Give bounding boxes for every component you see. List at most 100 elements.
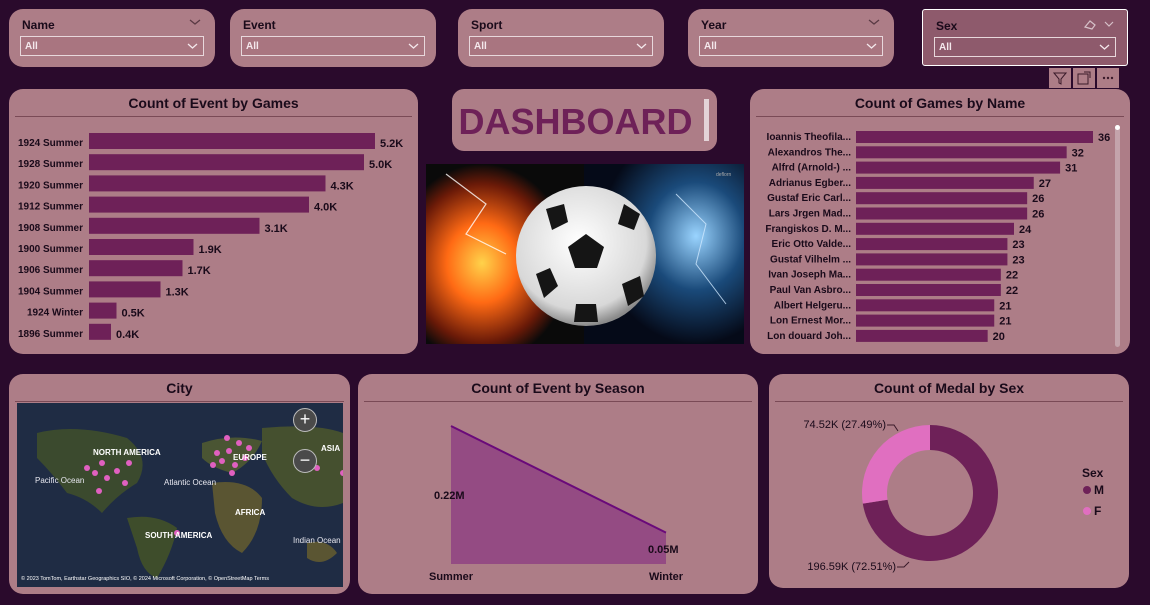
bar [856,146,1067,159]
landmass [37,429,143,513]
bar-value-label: 21 [999,316,1011,328]
chevron-down-icon [1099,44,1110,50]
bar [89,217,260,234]
chevron-down-icon [408,43,419,49]
chevron-down-icon[interactable] [189,17,201,27]
map-label: Pacific Ocean [35,476,84,485]
slicer-sex[interactable]: Sex All [922,9,1128,66]
slicer-dropdown[interactable]: All [241,36,425,56]
bar-value-label: 21 [999,300,1011,312]
bar [856,207,1028,220]
bar-category-label: Lon douard Joh... [767,331,851,342]
x-tick-label: Winter [649,571,684,583]
focus-mode-icon[interactable] [1073,68,1095,88]
bar [89,323,111,340]
city-map-card: City NORTH AMERICA EUROPE ASIA Pacific O… [9,374,350,594]
bar-value-label: 23 [1012,239,1024,251]
world-map[interactable]: NORTH AMERICA EUROPE ASIA Pacific Ocean … [17,403,343,587]
bar-category-label: Ivan Joseph Ma... [768,270,851,281]
bar-value-label: 27 [1039,178,1051,190]
bar-value-label: 4.3K [331,180,354,192]
eraser-icon[interactable] [1083,18,1097,30]
bar-value-label: 0.4K [116,329,139,341]
slicer-title: Event [243,18,276,32]
slicer-title: Sport [471,18,503,32]
bar-value-label: 0.5K [122,308,145,320]
zoom-out-button[interactable]: − [293,449,317,473]
slicer-value: All [25,41,38,52]
bar-category-label: 1928 Summer [18,159,83,170]
bar-category-label: Lars Jrgen Mad... [769,209,851,220]
medal-donut-chart: 196.59K (72.51%) 74.52K (27.49%) Sex MF [803,419,1104,573]
scrollbar[interactable] [1115,125,1120,347]
svg-text:deflorn: deflorn [716,172,732,178]
bar [856,284,1001,296]
bar-category-label: 1906 Summer [18,265,83,276]
map-label: EUROPE [233,453,267,462]
bar-value-label: 22 [1006,270,1018,282]
map-label: Atlantic Ocean [164,478,216,487]
slicer-value: All [246,41,259,52]
bar [89,175,326,192]
bar-value-label: 23 [1012,254,1024,266]
page-title: DASHBOARD [458,101,693,142]
bar [89,302,117,319]
slicer-sport[interactable]: Sport All [458,9,664,67]
slicer-title: Sex [936,19,958,33]
bar-category-label: Alexandros The... [768,147,852,158]
map-label: AFRICA [235,508,265,517]
x-tick-label: Summer [429,571,474,583]
bar-value-label: 36 [1098,132,1110,144]
slicer-year[interactable]: Year All [688,9,894,67]
bar [856,176,1034,189]
map-title: City [166,380,193,396]
games-bar-chart-card: Count of Event by Games 1924 Summer 5.2K 1… [9,89,418,354]
bar [89,281,161,298]
zoom-in-button[interactable]: + [293,408,317,432]
bar-category-label: Gustaf Vilhelm ... [770,254,851,265]
slicer-event[interactable]: Event All [230,9,436,67]
landmass [127,516,177,578]
bar-value-label: 1.3K [166,286,189,298]
season-area-chart-card: Count of Event by Season 0.22M 0.05M Summe… [358,374,758,594]
bar [856,268,1001,281]
bar [856,299,995,312]
landmass [212,482,262,553]
legend-title: Sex [1082,466,1104,480]
slicer-dropdown[interactable]: All [934,37,1116,57]
slicer-dropdown[interactable]: All [20,36,204,56]
bar-category-label: 1924 Summer [18,138,83,149]
medal-donut-chart-card: Count of Medal by Sex 196.59K (72.51%) 74… [769,374,1129,588]
bar-category-label: Gustaf Eric Carl... [767,193,851,204]
bar-value-label: 32 [1072,147,1084,159]
scrollbar-thumb[interactable] [1115,125,1120,130]
bar-value-label: 26 [1032,193,1044,205]
data-label: 0.22M [434,490,465,502]
bar-value-label: 5.0K [369,159,392,171]
bar [856,238,1008,251]
bar-category-label: 1924 Winter [27,308,83,319]
bar [89,133,375,149]
slicer-dropdown[interactable]: All [699,36,883,56]
bar-value-label: 5.2K [380,138,403,150]
map-label: ASIA [321,444,340,453]
bar [856,192,1028,205]
map-label: Indian Ocean [293,536,341,545]
bar-category-label: 1904 Summer [18,286,83,297]
filter-icon[interactable] [1049,68,1071,88]
chevron-down-icon[interactable] [868,17,880,27]
bar-category-label: Frangiskos D. M... [765,224,851,235]
slice-label: 196.59K (72.51%) [807,561,896,573]
bar-value-label: 1.9K [199,244,222,256]
bar-category-label: Alfrd (Arnold-) ... [772,163,852,174]
bar-category-label: Lon Ernest Mor... [770,316,851,327]
slicer-dropdown[interactable]: All [469,36,653,56]
more-options-icon[interactable] [1097,68,1119,88]
name-bar-chart-card: Count of Games by Name Ioannis Theofila.… [750,89,1130,354]
bar-category-label: 1896 Summer [18,329,83,340]
data-label: 0.05M [648,544,679,556]
bar [89,239,194,255]
chevron-down-icon[interactable] [1104,20,1114,28]
hero-image: deflorn [426,164,744,344]
slicer-name[interactable]: Name All [9,9,215,67]
